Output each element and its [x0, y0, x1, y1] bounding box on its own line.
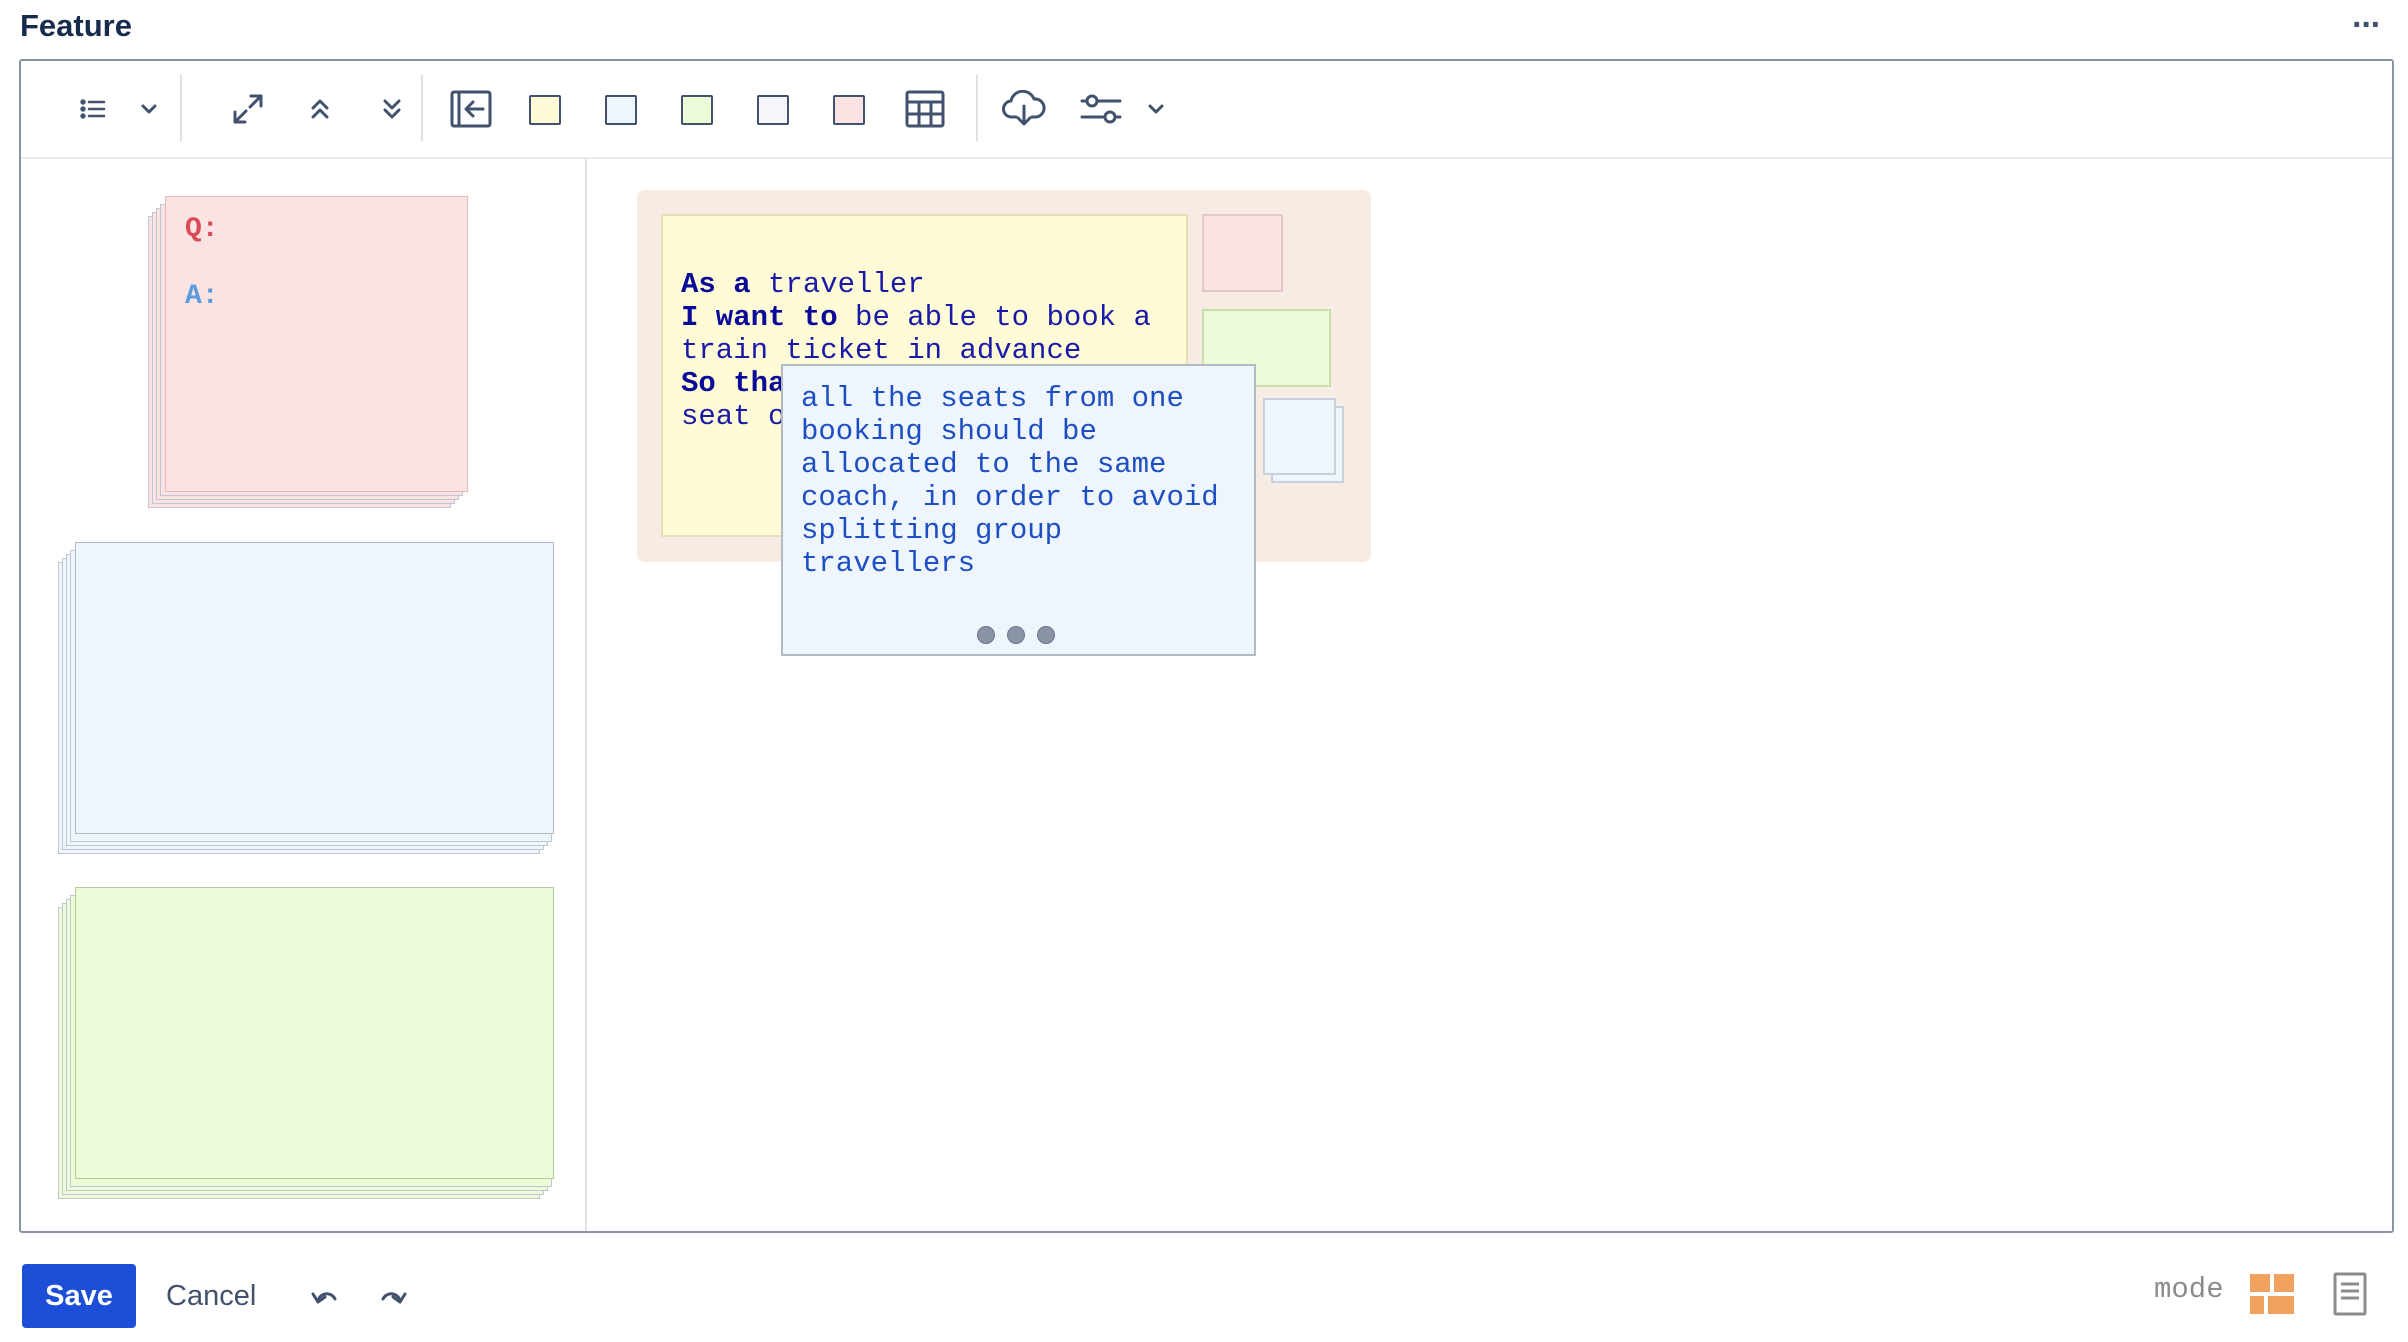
dot[interactable] [977, 626, 995, 644]
dot[interactable] [1037, 626, 1055, 644]
card-palette: Q: A: [21, 159, 587, 1231]
collapse-up-icon[interactable] [296, 85, 344, 133]
dot[interactable] [1007, 626, 1025, 644]
chevron-down-icon[interactable] [1132, 85, 1180, 133]
page-title: Feature [20, 8, 132, 43]
document-mode-icon[interactable] [2332, 1272, 2368, 1316]
feature-editor: Q: A: As a traveller I want to be able t… [19, 59, 2394, 1233]
chevron-down-icon[interactable] [125, 85, 173, 133]
mode-label: mode [2154, 1273, 2224, 1306]
mapping-canvas[interactable]: As a traveller I want to be able to book… [587, 159, 2392, 1231]
answer-label: A: [185, 281, 219, 312]
toolbar-separator [180, 75, 182, 141]
toolbar-separator [976, 75, 978, 141]
toolbar [21, 61, 2392, 159]
toolbar-separator [421, 75, 423, 141]
rule-text: all the seats from one booking should be… [801, 382, 1219, 580]
settings-sliders-icon[interactable] [1077, 85, 1125, 133]
more-options-button[interactable]: ··· [2352, 6, 2382, 45]
color-swatch-blue[interactable] [605, 95, 637, 125]
list-icon[interactable] [69, 85, 117, 133]
mini-rule-card[interactable] [1263, 398, 1336, 475]
rule-card-stack[interactable] [58, 542, 554, 857]
table-icon[interactable] [901, 85, 949, 133]
question-card-stack[interactable]: Q: A: [148, 196, 468, 512]
collapse-down-icon[interactable] [368, 85, 416, 133]
rule-card-popup[interactable]: all the seats from one booking should be… [781, 364, 1256, 656]
question-label: Q: [185, 214, 219, 245]
save-button[interactable]: Save [22, 1264, 136, 1328]
color-swatch-green[interactable] [681, 95, 713, 125]
expand-icon[interactable] [224, 85, 272, 133]
redo-icon[interactable] [372, 1276, 414, 1318]
cancel-button[interactable]: Cancel [156, 1264, 266, 1328]
exit-icon[interactable] [447, 85, 495, 133]
color-swatch-red[interactable] [833, 95, 865, 125]
cloud-download-icon[interactable] [1000, 85, 1048, 133]
undo-icon[interactable] [304, 1276, 346, 1318]
grid-mode-icon[interactable] [2250, 1274, 2294, 1314]
color-swatch-grey[interactable] [757, 95, 789, 125]
more-actions-dots[interactable] [977, 626, 1055, 644]
color-swatch-yellow[interactable] [529, 95, 561, 125]
example-card-stack[interactable] [58, 887, 554, 1202]
mini-question-card[interactable] [1202, 214, 1283, 292]
